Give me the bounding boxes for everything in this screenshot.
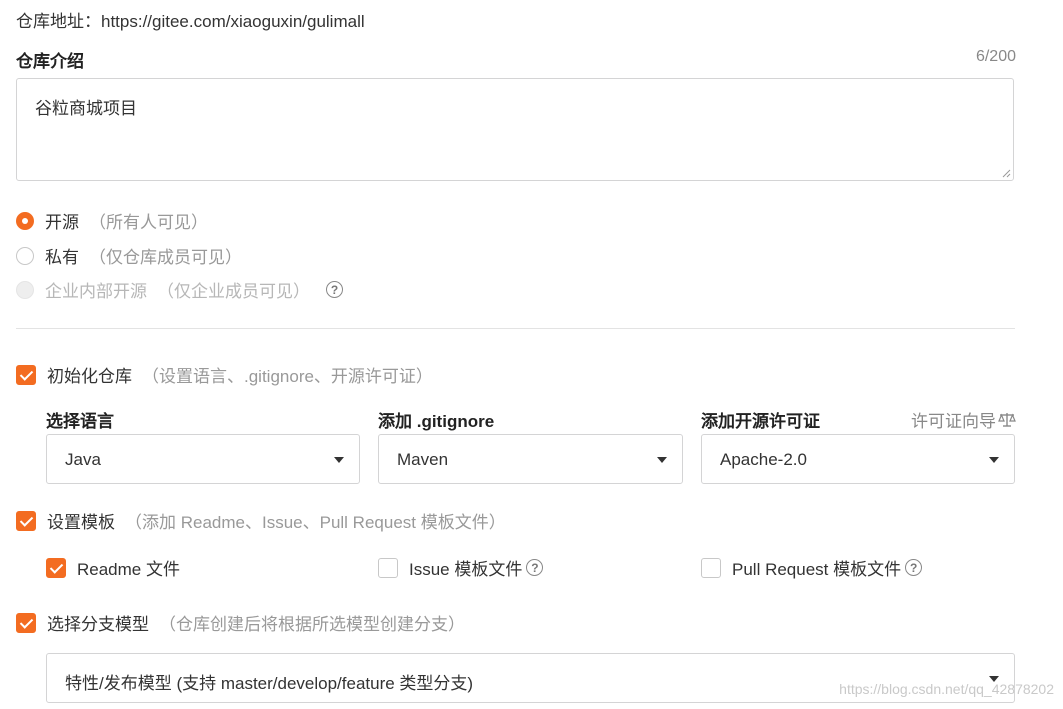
gitignore-value: Maven — [397, 450, 449, 469]
readme-label: Readme 文件 — [77, 560, 180, 579]
template-label: 设置模板 — [47, 513, 115, 532]
language-value: Java — [65, 450, 101, 469]
license-label: 添加开源许可证 — [701, 412, 820, 431]
question-circle-icon[interactable]: ? — [526, 559, 544, 576]
template-checkbox[interactable]: 设置模板 （添加 Readme、Issue、Pull Request 模板文件） — [16, 508, 506, 533]
watermark: https://blog.csdn.net/qq_42878202 — [839, 681, 1054, 697]
language-label: 选择语言 — [46, 412, 114, 431]
issue-template-checkbox[interactable]: Issue 模板文件 ? — [378, 555, 544, 580]
branch-model-label: 选择分支模型 — [47, 615, 149, 634]
repo-address: 仓库地址：https://gitee.com/xiaoguxin/gulimal… — [16, 7, 365, 32]
radio-enterprise: 企业内部开源 （仅企业成员可见） ? — [16, 277, 343, 302]
pr-template-label: Pull Request 模板文件 — [732, 560, 902, 579]
caret-down-icon — [657, 457, 667, 463]
license-select[interactable]: Apache-2.0 — [701, 434, 1015, 484]
radio-public-hint: （所有人可见） — [89, 213, 208, 232]
init-repo-label: 初始化仓库 — [47, 367, 132, 386]
caret-down-icon — [989, 457, 999, 463]
radio-enterprise-hint: （仅企业成员可见） — [157, 282, 310, 301]
description-textarea[interactable]: 谷粒商城项目 — [16, 78, 1014, 181]
radio-public-label: 开源 — [45, 213, 79, 232]
license-guide-text: 许可证向导 — [911, 412, 996, 431]
radio-unchecked-icon[interactable] — [16, 246, 34, 265]
resize-grip-icon[interactable] — [1001, 168, 1011, 178]
init-repo-hint: （设置语言、.gitignore、开源许可证） — [142, 367, 433, 386]
radio-private[interactable]: 私有 （仅仓库成员可见） — [16, 243, 242, 268]
section-divider — [16, 328, 1015, 329]
checkbox-checked-icon[interactable] — [16, 510, 36, 531]
checkbox-checked-icon[interactable] — [16, 364, 36, 385]
question-circle-icon[interactable]: ? — [905, 559, 923, 576]
branch-model-checkbox[interactable]: 选择分支模型 （仓库创建后将根据所选模型创建分支） — [16, 610, 465, 635]
gitignore-label: 添加 .gitignore — [378, 412, 495, 431]
scale-icon — [998, 412, 1016, 427]
issue-template-label: Issue 模板文件 — [409, 560, 523, 579]
license-value: Apache-2.0 — [720, 450, 807, 469]
radio-private-label: 私有 — [45, 248, 79, 267]
pr-template-checkbox[interactable]: Pull Request 模板文件 ? — [701, 555, 923, 580]
repo-address-label: 仓库地址： — [16, 12, 101, 31]
language-select[interactable]: Java — [46, 434, 360, 484]
readme-checkbox[interactable]: Readme 文件 — [46, 555, 180, 580]
question-circle-icon[interactable]: ? — [326, 281, 343, 298]
init-repo-checkbox[interactable]: 初始化仓库 （设置语言、.gitignore、开源许可证） — [16, 362, 433, 387]
checkbox-checked-icon[interactable] — [46, 557, 66, 578]
branch-model-value: 特性/发布模型 (支持 master/develop/feature 类型分支) — [65, 674, 474, 693]
create-repo-form: 仓库地址：https://gitee.com/xiaoguxin/gulimal… — [0, 0, 1063, 709]
gitignore-select[interactable]: Maven — [378, 434, 683, 484]
radio-private-hint: （仅仓库成员可见） — [89, 248, 242, 267]
radio-enterprise-label: 企业内部开源 — [45, 282, 147, 301]
radio-disabled-icon — [16, 280, 34, 299]
radio-checked-icon[interactable] — [16, 211, 34, 230]
branch-model-hint: （仓库创建后将根据所选模型创建分支） — [159, 615, 465, 634]
repo-address-value: https://gitee.com/xiaoguxin/gulimall — [101, 12, 365, 31]
checkbox-unchecked-icon[interactable] — [701, 557, 721, 578]
description-char-count: 6/200 — [975, 48, 1016, 65]
template-hint: （添加 Readme、Issue、Pull Request 模板文件） — [125, 513, 506, 532]
description-label: 仓库介绍 — [16, 52, 84, 71]
checkbox-checked-icon[interactable] — [16, 612, 36, 633]
checkbox-unchecked-icon[interactable] — [378, 557, 398, 578]
license-guide-link[interactable]: 许可证向导 — [911, 407, 1016, 432]
caret-down-icon — [334, 457, 344, 463]
radio-public[interactable]: 开源 （所有人可见） — [16, 208, 208, 233]
description-text: 谷粒商城项目 — [35, 99, 137, 118]
